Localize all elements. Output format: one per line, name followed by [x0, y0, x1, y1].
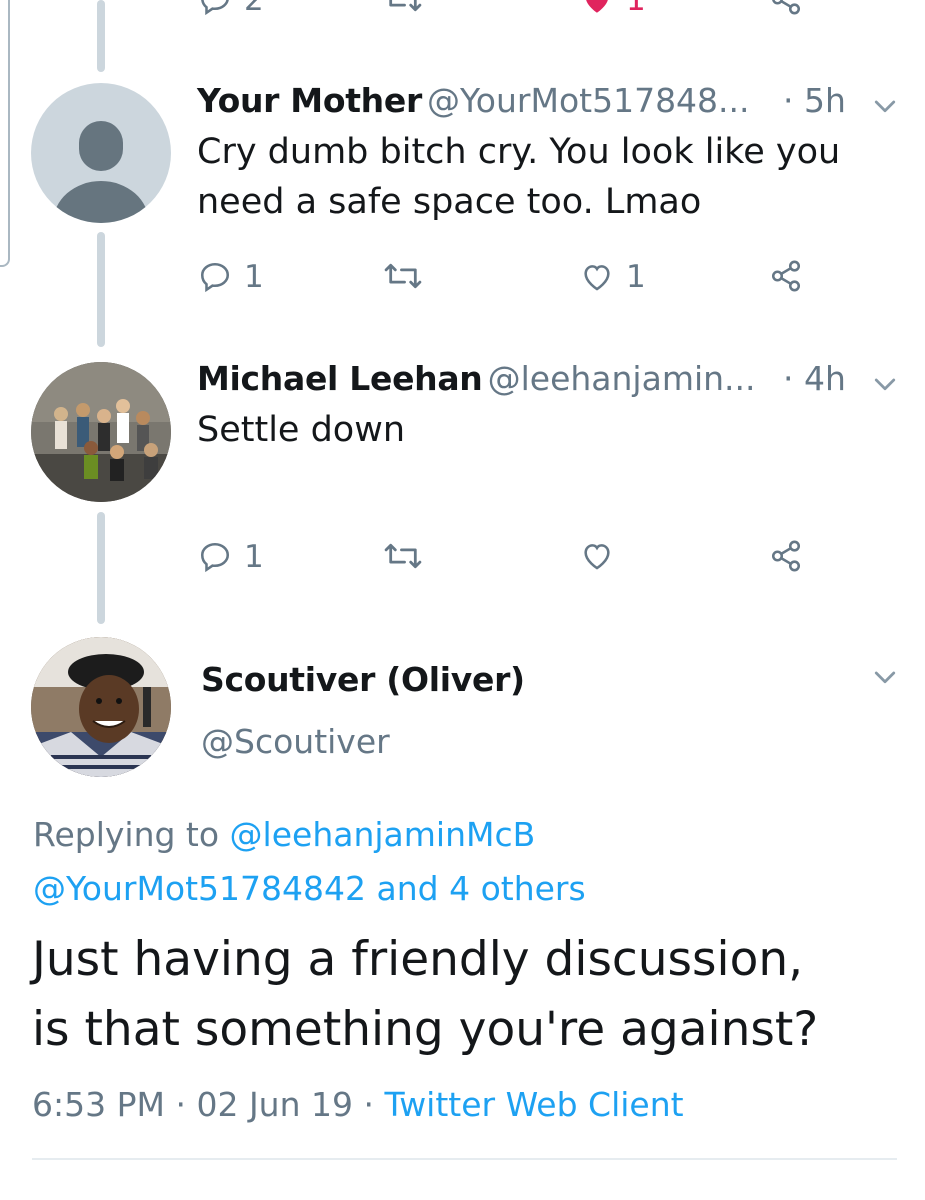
- mention-link[interactable]: @leehanjaminMcB: [230, 815, 536, 854]
- heart-filled-icon: [586, 0, 608, 13]
- chevron-down-icon[interactable]: [870, 92, 900, 122]
- share-button[interactable]: [766, 0, 806, 16]
- divider: [32, 1158, 897, 1160]
- user-handle[interactable]: @leehanjamin...: [488, 359, 756, 398]
- others-link[interactable]: and 4 others: [377, 869, 586, 908]
- tweet-header: Michael Leehan @leehanjamin...: [197, 358, 756, 400]
- replying-to: Replying to @leehanjaminMcB @YourMot5178…: [33, 808, 586, 916]
- reply-button[interactable]: 1: [198, 259, 264, 295]
- reply-button[interactable]: 2: [198, 0, 264, 18]
- tweet-text: Settle down: [197, 405, 405, 455]
- user-handle[interactable]: @YourMot517848...: [427, 81, 750, 120]
- group-photo: [31, 362, 171, 502]
- tweet-timestamp: 6:53 PM · 02 Jun 19 · Twitter Web Client: [32, 1083, 684, 1127]
- tweet-text-line: Just having a friendly discussion,: [32, 932, 804, 987]
- tweet-text: Cry dumb bitch cry. You look like you ne…: [197, 127, 840, 227]
- chevron-down-icon[interactable]: [870, 663, 900, 693]
- thread-line: [97, 512, 105, 624]
- share-icon: [771, 540, 801, 572]
- separator: ·: [363, 1085, 375, 1124]
- retweet-icon: [384, 263, 422, 289]
- main-tweet-text: Just having a friendly discussion, is th…: [32, 925, 818, 1065]
- tweet-text-line: Settle down: [197, 410, 406, 450]
- reply-icon: [201, 0, 229, 16]
- reply-count: 2: [244, 0, 264, 18]
- tweet-time[interactable]: · 5h: [783, 80, 846, 122]
- mention-link[interactable]: @YourMot51784842: [33, 869, 366, 908]
- tweet-time[interactable]: · 4h: [783, 358, 846, 400]
- avatar[interactable]: [31, 637, 171, 777]
- profile-photo: [31, 637, 171, 777]
- display-name[interactable]: Your Mother: [197, 81, 422, 120]
- thread-line: [97, 0, 105, 72]
- client-link[interactable]: Twitter Web Client: [385, 1085, 684, 1124]
- like-button[interactable]: 1: [580, 259, 646, 295]
- retweet-button[interactable]: [383, 0, 423, 16]
- default-avatar-icon: [53, 121, 149, 223]
- avatar[interactable]: [31, 362, 171, 502]
- share-icon: [771, 260, 801, 292]
- display-name[interactable]: Michael Leehan: [197, 359, 483, 398]
- heart-icon: [584, 544, 610, 570]
- retweet-icon: [389, 0, 422, 12]
- separator: ·: [175, 1085, 186, 1124]
- tweet-header: Your Mother @YourMot517848...: [197, 80, 750, 122]
- tweet-text-line: Cry dumb bitch cry. You look like you: [197, 132, 841, 172]
- reply-icon: [200, 262, 230, 293]
- tweet-text-line: is that something you're against?: [32, 1002, 819, 1057]
- like-button[interactable]: 1: [580, 0, 646, 18]
- tweet-text-line: need a safe space too. Lmao: [197, 182, 702, 222]
- share-button[interactable]: [766, 259, 806, 293]
- avatar[interactable]: [31, 83, 171, 223]
- reply-button[interactable]: 1: [198, 539, 264, 575]
- reply-count: 1: [244, 259, 264, 295]
- retweet-button[interactable]: [383, 539, 423, 573]
- share-button[interactable]: [766, 539, 806, 573]
- retweet-button[interactable]: [383, 259, 423, 293]
- thread-line: [97, 232, 105, 347]
- replying-prefix: Replying to: [33, 815, 220, 854]
- tweet-date[interactable]: 02 Jun 19: [196, 1085, 353, 1124]
- reply-icon: [200, 542, 230, 573]
- like-button[interactable]: [580, 539, 614, 573]
- like-count: 1: [626, 0, 646, 18]
- chevron-down-icon[interactable]: [870, 370, 900, 400]
- screenshot-edge: [0, 0, 10, 267]
- heart-icon: [584, 265, 610, 291]
- retweet-icon: [384, 543, 422, 569]
- display-name[interactable]: Scoutiver (Oliver): [201, 659, 525, 701]
- like-count: 1: [626, 259, 646, 295]
- reply-count: 1: [244, 539, 264, 575]
- tweet-time[interactable]: 6:53 PM: [32, 1085, 165, 1124]
- user-handle[interactable]: @Scoutiver: [201, 721, 390, 763]
- share-icon: [772, 0, 801, 15]
